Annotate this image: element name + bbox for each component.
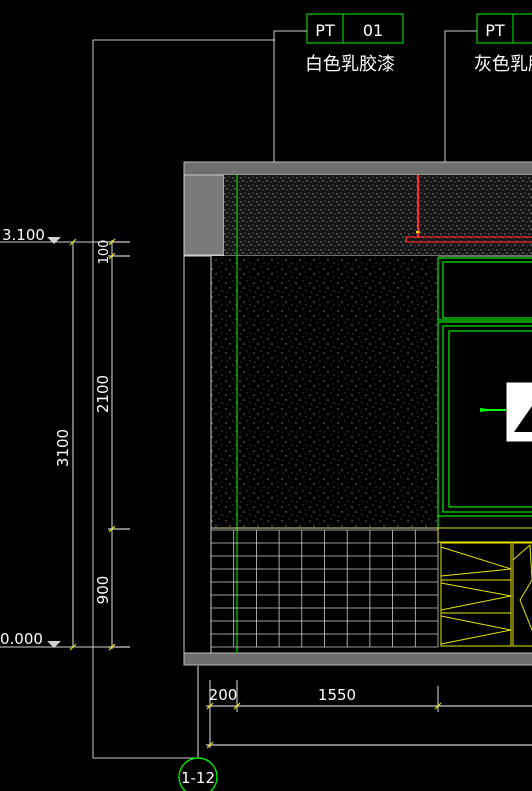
wall-paint-area [211, 256, 438, 528]
tag-code: PT [315, 21, 335, 40]
dim-horizontal-part-2: 1550 [318, 686, 356, 704]
dim-vertical-part-1: 100 [97, 240, 112, 265]
horizontal-dimensions [197, 666, 532, 768]
cad-drawing-canvas: PT 01 白色乳胶漆 PT 灰色乳胶 [0, 0, 532, 791]
tile-grid [210, 529, 439, 648]
wall-column [183, 174, 225, 256]
ceiling-void [224, 175, 532, 256]
switch-symbol [480, 381, 532, 443]
tag-label: 白色乳胶漆 [305, 54, 395, 75]
dim-vertical-part-3: 900 [94, 576, 112, 605]
grid-bubble-label: 1-12 [181, 769, 215, 787]
tag-label: 灰色乳胶 [474, 54, 532, 75]
lower-cabinet [437, 527, 532, 647]
floor-slab [183, 652, 532, 666]
ceiling-slab [183, 161, 532, 176]
dim-vertical-part-2: 2100 [94, 375, 112, 413]
elevation-drawing: PT 01 白色乳胶漆 PT 灰色乳胶 [0, 13, 532, 791]
tag-code: PT [485, 21, 505, 40]
dim-vertical-total: 3100 [54, 429, 72, 467]
tag-number: 01 [363, 21, 383, 40]
level-top-label: 3.100 [2, 226, 45, 244]
dim-horizontal-part-1: 200 [209, 686, 238, 704]
horizontal-dim-ticks [206, 702, 442, 749]
grid-axis-bubble: 1-12 [178, 757, 218, 791]
level-triangle-icon [47, 237, 61, 244]
level-bottom-label: 0.000 [0, 630, 43, 648]
